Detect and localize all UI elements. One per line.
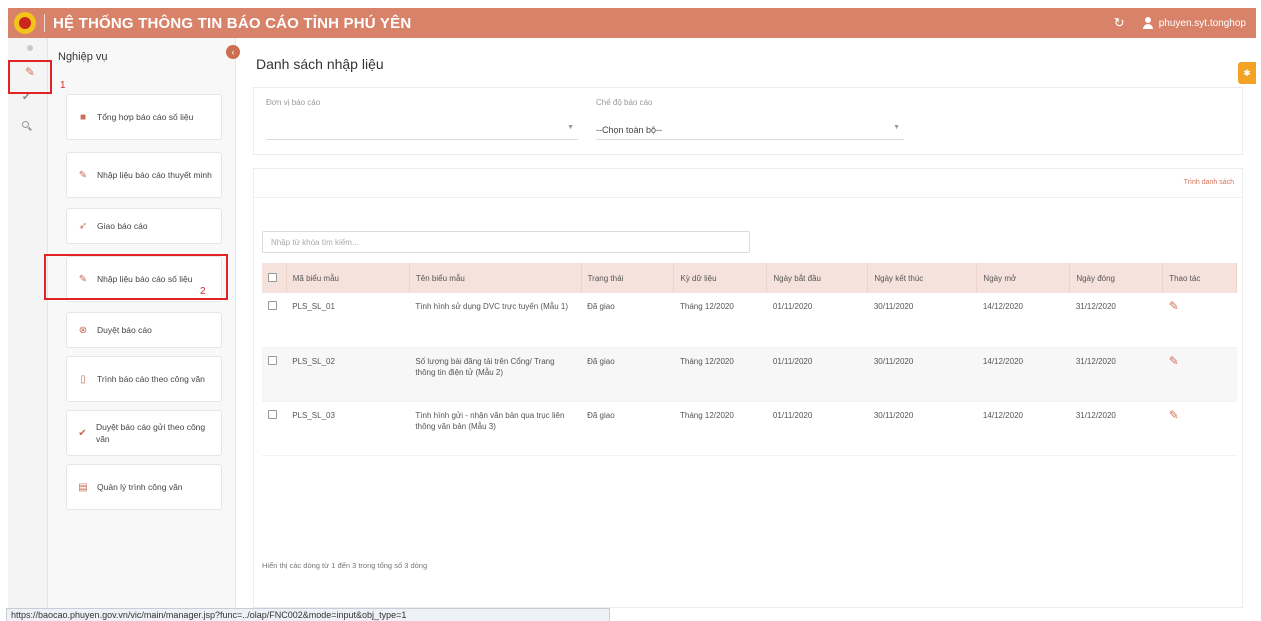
refresh-icon[interactable]: ↻ [1114,15,1125,31]
form-code: PLS_SL_03 [286,401,410,456]
period: Tháng 12/2020 [673,401,767,456]
browser-status-url: https://baocao.phuyen.gov.vn/vic/main/ma… [6,608,610,621]
edit-pencil-icon[interactable]: ✎ [1169,300,1179,312]
gear-icon[interactable]: ✱ [1238,62,1256,84]
username[interactable]: phuyen.syt.tonghop [1159,18,1246,29]
row-checkbox[interactable] [268,355,277,365]
table-row: PLS_SL_03 Tình hình gửi - nhận văn bản q… [262,401,1237,456]
column-header[interactable]: Mã biểu mẫu [286,263,410,293]
form-name: Số lượng bài đăng tải trên Cổng/ Trang t… [409,347,582,402]
period: Tháng 12/2020 [673,293,767,348]
end-date: 30/11/2020 [867,293,977,348]
annotation-label-2: 2 [200,286,206,297]
sidebar-item-label: Quản lý trình công văn [97,482,183,492]
page-title: Danh sách nhập liệu [256,56,384,72]
sidebar-item-quan-ly-trinh[interactable]: ▤ Quản lý trình công văn [66,464,222,510]
data-table: Mã biểu mẫu Tên biểu mẫu Trạng thái Kỳ d… [262,263,1237,456]
open-date: 14/12/2020 [976,401,1070,456]
status-text: Đã giao [581,401,674,456]
province-emblem-logo[interactable] [14,12,36,34]
status-text: Đã giao [581,347,674,402]
form-code: PLS_SL_01 [286,293,410,348]
status-text: Đã giao [581,293,674,348]
column-header[interactable]: Ngày mở [976,263,1071,293]
column-header[interactable]: Tên biểu mẫu [409,263,582,293]
app-header: HỆ THỐNG THÔNG TIN BÁO CÁO TỈNH PHÚ YÊN … [8,8,1256,38]
circle-check-icon: ⊗ [78,324,88,336]
open-date: 14/12/2020 [976,347,1070,402]
column-header[interactable]: Ngày bắt đầu [766,263,869,293]
table-header-row: Mã biểu mẫu Tên biểu mẫu Trạng thái Kỳ d… [262,263,1237,293]
unit-filter-select[interactable]: ▼ [266,120,578,140]
column-header: Thao tác [1162,263,1237,293]
chevron-down-icon: ▼ [893,124,900,131]
user-icon[interactable] [1142,17,1153,29]
select-all-cell [262,263,287,293]
sidebar-item-label: Duyệt báo cáo [97,325,152,335]
chevron-down-icon: ▼ [567,124,574,131]
mode-filter-value: --Chọn toàn bộ-- [596,124,663,135]
square-icon: ■ [79,111,87,123]
form-code: PLS_SL_02 [286,347,410,402]
column-header[interactable]: Trạng thái [581,263,675,293]
sidebar-item-label: Tổng hợp báo cáo số liệu [97,112,194,122]
app-title: HỆ THỐNG THÔNG TIN BÁO CÁO TỈNH PHÚ YÊN [53,14,412,32]
sidebar-item-duyet-bao-cao[interactable]: ⊗ Duyệt báo cáo [66,312,222,348]
folder-icon: ▤ [78,481,88,493]
end-date: 30/11/2020 [867,401,977,456]
pagination-info: Hiển thị các dòng từ 1 đến 3 trong tổng … [262,561,428,570]
start-date: 01/11/2020 [766,347,868,402]
open-date: 14/12/2020 [976,293,1070,348]
form-name: Tình hình gửi - nhận văn bản qua trục li… [409,401,582,456]
sidebar-item-label: Trình báo cáo theo công văn [97,374,205,384]
close-date: 31/12/2020 [1069,293,1163,348]
start-date: 01/11/2020 [766,293,868,348]
annotation-box-1 [8,60,52,94]
search-input[interactable] [262,231,750,253]
sidebar-item-tong-hop[interactable]: ■ Tổng hợp báo cáo số liệu [66,94,222,140]
sidebar-item-giao-bao-cao[interactable]: ➶ Giao báo cáo [66,208,222,244]
end-date: 30/11/2020 [867,347,977,402]
column-header[interactable]: Kỳ dữ liệu [673,263,768,293]
document-icon: ▯ [80,373,86,385]
data-list-card: Trình danh sách Mã biểu mẫu Tên biểu mẫu… [253,168,1243,608]
sidebar-item-nhap-lieu-thuyet-minh[interactable]: ✎ Nhập liệu báo cáo thuyết minh [66,152,222,198]
check-icon: ✔ [78,427,87,439]
sidebar: Nghiệp vụ ‹ ■ Tổng hợp báo cáo số liệu ✎… [48,38,240,608]
pencil-icon: ✎ [78,169,88,181]
icon-rail: ✎ ✔ [8,38,48,608]
row-checkbox[interactable] [268,301,277,310]
mode-filter-select[interactable]: --Chọn toàn bộ-- ▼ [596,120,904,140]
mode-filter-label: Chế độ báo cáo [596,98,653,107]
sidebar-item-trinh-bao-cao[interactable]: ▯ Trình báo cáo theo công văn [66,356,222,402]
unit-filter-label: Đơn vị báo cáo [266,98,321,107]
filter-panel: Đơn vị báo cáo ▼ Chế độ báo cáo --Chọn t… [253,87,1243,155]
column-header[interactable]: Ngày đóng [1069,263,1164,293]
form-name: Tình hình sử dụng DVC trực tuyến (Mẫu 1) [409,293,582,348]
table-row: PLS_SL_02 Số lượng bài đăng tải trên Cổn… [262,347,1237,402]
search-icon[interactable] [22,120,29,131]
collapse-sidebar-icon[interactable]: ‹ [226,45,240,59]
dot-icon [27,45,33,51]
period: Tháng 12/2020 [673,347,767,402]
table-row: PLS_SL_01 Tình hình sử dụng DVC trực tuy… [262,293,1237,348]
row-checkbox[interactable] [268,409,277,419]
close-date: 31/12/2020 [1069,401,1163,456]
header-divider [44,14,45,32]
edit-pencil-icon[interactable]: ✎ [1169,409,1179,421]
sidebar-item-label: Nhập liệu báo cáo thuyết minh [97,170,212,180]
send-icon: ➶ [78,220,88,232]
sidebar-item-duyet-bao-cao-gui[interactable]: ✔ Duyệt báo cáo gửi theo công văn [66,410,222,456]
sidebar-item-label: Giao báo cáo [97,221,148,231]
sidebar-item-label: Duyệt báo cáo gửi theo công văn [95,422,206,444]
submit-list-link[interactable]: Trình danh sách [1184,179,1234,186]
start-date: 01/11/2020 [766,401,868,456]
close-date: 31/12/2020 [1069,347,1163,402]
select-all-checkbox[interactable] [268,272,277,282]
column-header[interactable]: Ngày kết thúc [867,263,978,293]
sidebar-title: Nghiệp vụ [58,51,108,63]
edit-pencil-icon[interactable]: ✎ [1169,355,1179,367]
toolbar-divider [254,197,1242,198]
annotation-label-1: 1 [60,80,66,91]
